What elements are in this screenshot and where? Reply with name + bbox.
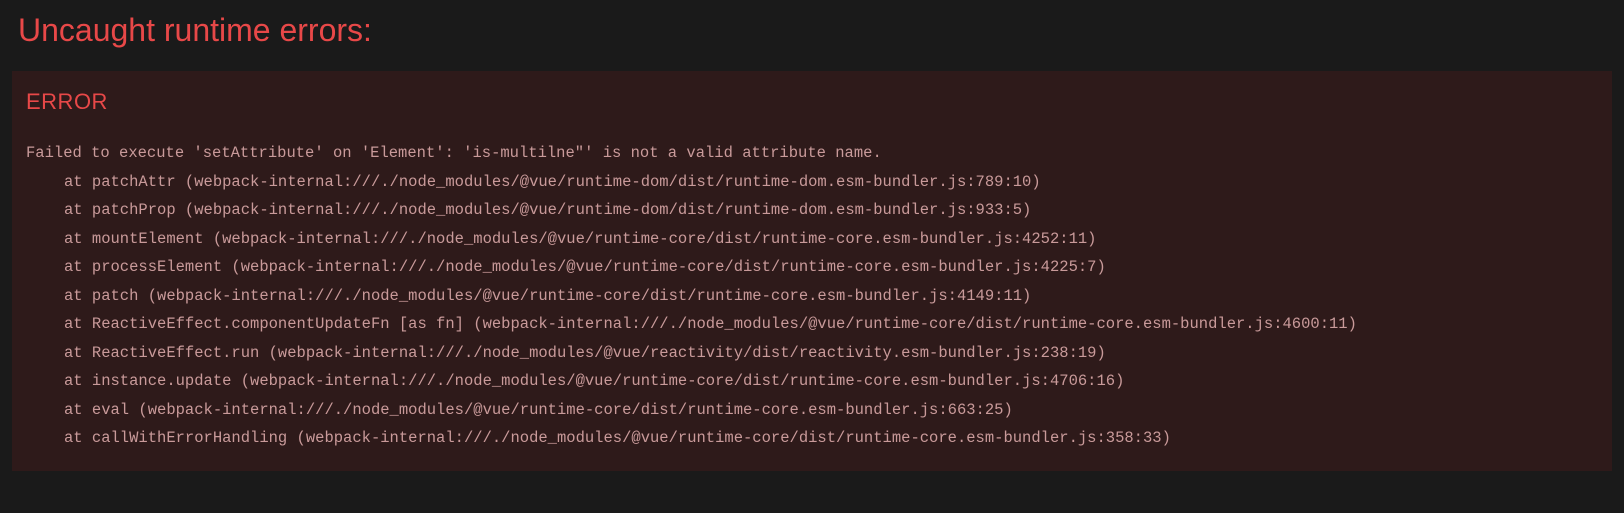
error-label: ERROR <box>26 89 1598 115</box>
stack-trace-line: at instance.update (webpack-internal:///… <box>26 372 1124 390</box>
error-message-block: Failed to execute 'setAttribute' on 'Ele… <box>26 139 1598 453</box>
stack-trace-line: at mountElement (webpack-internal:///./n… <box>26 230 1096 248</box>
stack-trace-line: at eval (webpack-internal:///./node_modu… <box>26 401 1013 419</box>
stack-trace-line: at patchAttr (webpack-internal:///./node… <box>26 173 1041 191</box>
error-overlay-header: Uncaught runtime errors: <box>0 0 1624 71</box>
error-panel: ERROR Failed to execute 'setAttribute' o… <box>12 71 1612 471</box>
stack-trace-line: at patch (webpack-internal:///./node_mod… <box>26 287 1031 305</box>
stack-trace-line: at callWithErrorHandling (webpack-intern… <box>26 429 1171 447</box>
stack-trace-line: at ReactiveEffect.run (webpack-internal:… <box>26 344 1106 362</box>
overlay-title: Uncaught runtime errors: <box>18 12 1606 49</box>
stack-trace-line: at processElement (webpack-internal:///.… <box>26 258 1106 276</box>
error-message-text: Failed to execute 'setAttribute' on 'Ele… <box>26 144 882 162</box>
stack-trace-line: at ReactiveEffect.componentUpdateFn [as … <box>26 315 1357 333</box>
stack-trace-line: at patchProp (webpack-internal:///./node… <box>26 201 1031 219</box>
